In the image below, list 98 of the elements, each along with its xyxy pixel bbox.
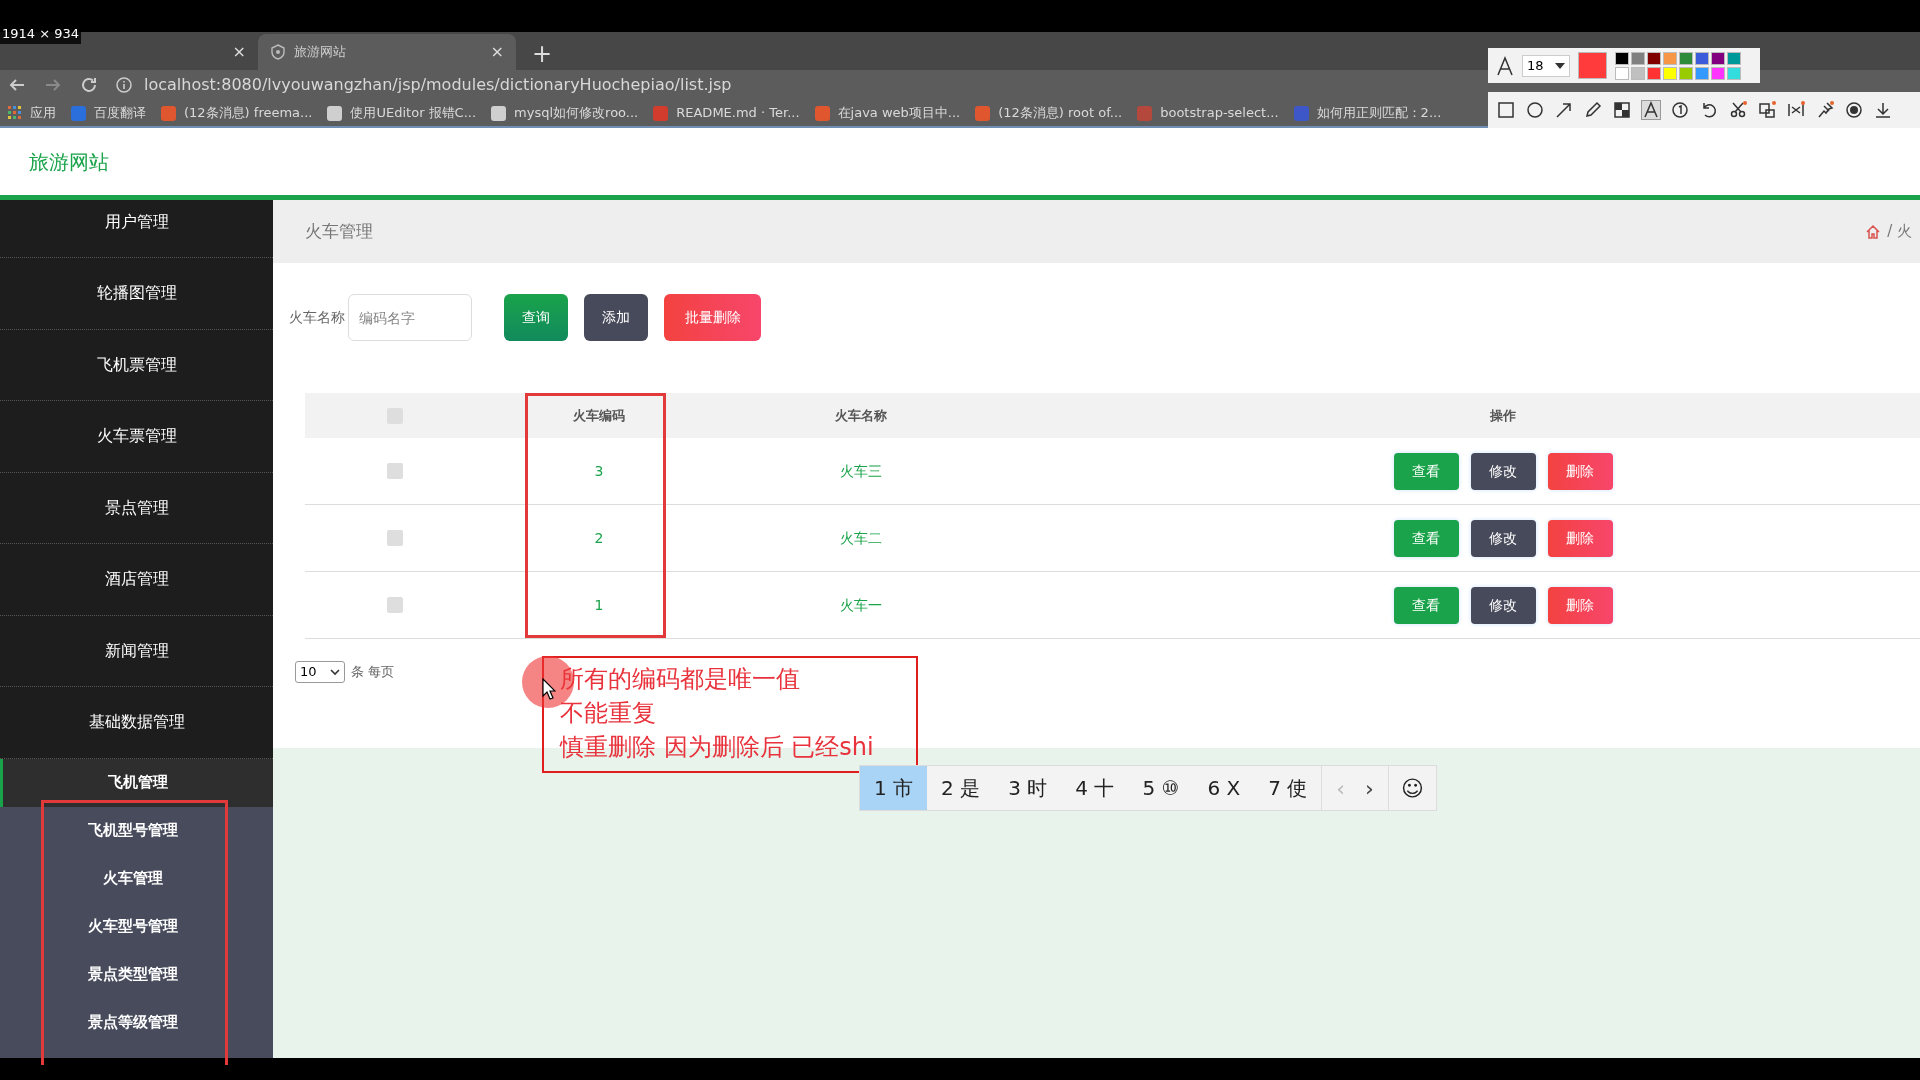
delete-button[interactable]: 删除 [1547, 452, 1613, 490]
add-button[interactable]: 添加 [584, 294, 648, 341]
color-swatch[interactable] [1711, 66, 1725, 80]
submenu-item[interactable]: 景点类型管理 [0, 950, 273, 999]
font-size-select[interactable]: 18 [1522, 54, 1570, 77]
table-cell-text: 火车二 [839, 528, 882, 548]
download-icon[interactable] [1873, 100, 1893, 120]
checkbox[interactable] [387, 463, 404, 479]
color-swatch[interactable] [1711, 51, 1725, 65]
color-swatch[interactable] [1679, 51, 1693, 65]
cursor-icon [542, 678, 556, 700]
edit-button[interactable]: 修改 [1470, 452, 1536, 490]
ime-candidate[interactable]: 2 是 [927, 766, 995, 810]
color-swatch[interactable] [1663, 51, 1677, 65]
table-cell-text: 1 [594, 595, 604, 615]
submenu-item[interactable]: 飞机型号管理 [0, 806, 273, 855]
close-icon[interactable]: × [232, 40, 246, 64]
emoji-button[interactable]: ☺ [1387, 766, 1436, 810]
ime-candidate[interactable]: 1 市 [860, 766, 928, 810]
submenu-item[interactable]: 景点等级管理 [0, 998, 273, 1047]
next-page-button[interactable]: › [1365, 771, 1374, 805]
browser-tab[interactable]: 旅游网站 × [258, 34, 516, 70]
pencil-icon[interactable] [1583, 100, 1603, 120]
edit-button[interactable]: 修改 [1470, 586, 1536, 624]
translate-icon[interactable] [1757, 100, 1777, 120]
submenu-item[interactable]: 火车管理 [0, 854, 273, 903]
table-cell-text: 3 [594, 461, 604, 481]
bookmark[interactable]: bootstrap-select... [1137, 103, 1279, 123]
page-size-select[interactable]: 10 [295, 661, 345, 683]
color-swatch[interactable] [1727, 66, 1741, 80]
color-swatch[interactable] [1647, 51, 1661, 65]
checkbox[interactable] [387, 597, 404, 613]
color-swatch[interactable] [1631, 51, 1645, 65]
column-header: 火车名称 [834, 406, 887, 425]
bookmark[interactable]: (12条消息) root of... [975, 103, 1123, 123]
bookmark[interactable]: 百度翻译 [71, 103, 146, 123]
ellipse-tool-icon[interactable] [1525, 100, 1545, 120]
color-swatch[interactable] [1615, 51, 1629, 65]
submenu-item[interactable]: 火车型号管理 [0, 902, 273, 951]
color-swatch[interactable] [1663, 66, 1677, 80]
color-swatch[interactable] [1727, 51, 1741, 65]
site-title: 旅游网站 [29, 148, 109, 176]
column-header: 火车编码 [572, 406, 625, 425]
caret-icon [330, 668, 340, 676]
ime-candidate[interactable]: 7 使 [1254, 766, 1322, 810]
mosaic-icon[interactable] [1612, 100, 1632, 120]
color-swatch[interactable] [1695, 66, 1709, 80]
table-cell-text: 火车一 [839, 595, 882, 615]
shield-icon [270, 44, 286, 60]
pin-icon[interactable] [1815, 100, 1835, 120]
reload-icon[interactable] [80, 76, 98, 94]
bookmark[interactable]: 应用 [8, 103, 56, 123]
scissors-icon[interactable] [1728, 100, 1748, 120]
page-title: 火车管理 [305, 219, 373, 243]
home-icon[interactable] [1865, 223, 1882, 240]
ime-candidate[interactable]: 5 ⑩ [1128, 766, 1194, 810]
bookmark[interactable]: (12条消息) freema... [161, 103, 313, 123]
page-size-label: 条 每页 [351, 663, 395, 682]
new-tab-button[interactable]: + [532, 42, 553, 66]
color-swatch[interactable] [1615, 66, 1629, 80]
sidebar-item[interactable]: 飞机管理 [0, 758, 273, 807]
delete-button[interactable]: 批量删除 [664, 294, 761, 341]
text-tool-icon[interactable] [1641, 100, 1661, 120]
table-cell-text: 2 [594, 528, 604, 548]
close-icon[interactable]: × [490, 40, 504, 64]
bookmark[interactable]: 使用UEditor 报错C... [327, 103, 477, 123]
bookmark[interactable]: 在java web项目中... [814, 103, 961, 123]
checkbox[interactable] [387, 530, 404, 546]
edit-button[interactable]: 修改 [1470, 519, 1536, 557]
search-field[interactable]: 编码名字 [348, 294, 472, 341]
annotation-text: 不能重复 [560, 698, 656, 729]
ime-candidate[interactable]: 4 十 [1061, 766, 1129, 810]
color-swatch[interactable] [1647, 66, 1661, 80]
font-size-icon [1496, 55, 1514, 76]
bookmark[interactable]: mysql如何修改roo... [491, 103, 639, 123]
ime-candidate[interactable]: 6 X [1193, 766, 1255, 810]
search-button[interactable]: 查询 [504, 294, 568, 341]
current-color-swatch[interactable] [1578, 52, 1607, 79]
record-icon[interactable] [1844, 100, 1864, 120]
color-swatch[interactable] [1695, 51, 1709, 65]
column-header: 操作 [1490, 406, 1517, 425]
ime-candidate[interactable]: 3 时 [994, 766, 1062, 810]
info-icon[interactable] [116, 77, 132, 93]
rectangle-tool-icon[interactable] [1496, 100, 1516, 120]
tab-title: 旅游网站 [294, 43, 346, 62]
color-swatch[interactable] [1679, 66, 1693, 80]
color-swatch[interactable] [1631, 66, 1645, 80]
bookmark[interactable]: 如何用正则匹配：2... [1293, 103, 1442, 123]
bookmark[interactable]: README.md · Ter... [653, 103, 800, 123]
arrow-tool-icon[interactable] [1554, 100, 1574, 120]
delete-button[interactable]: 删除 [1547, 519, 1613, 557]
number-marker-icon[interactable] [1670, 100, 1690, 120]
delete-button[interactable]: 删除 [1547, 586, 1613, 624]
apps-grid-icon[interactable] [8, 106, 22, 120]
table-cell-text: 火车三 [839, 461, 882, 481]
annotation-text: 慎重删除 因为删除后 已经shi [560, 732, 874, 763]
field-label: 火车名称 [289, 308, 345, 327]
breadcrumb-text: / 火 [1887, 221, 1912, 243]
